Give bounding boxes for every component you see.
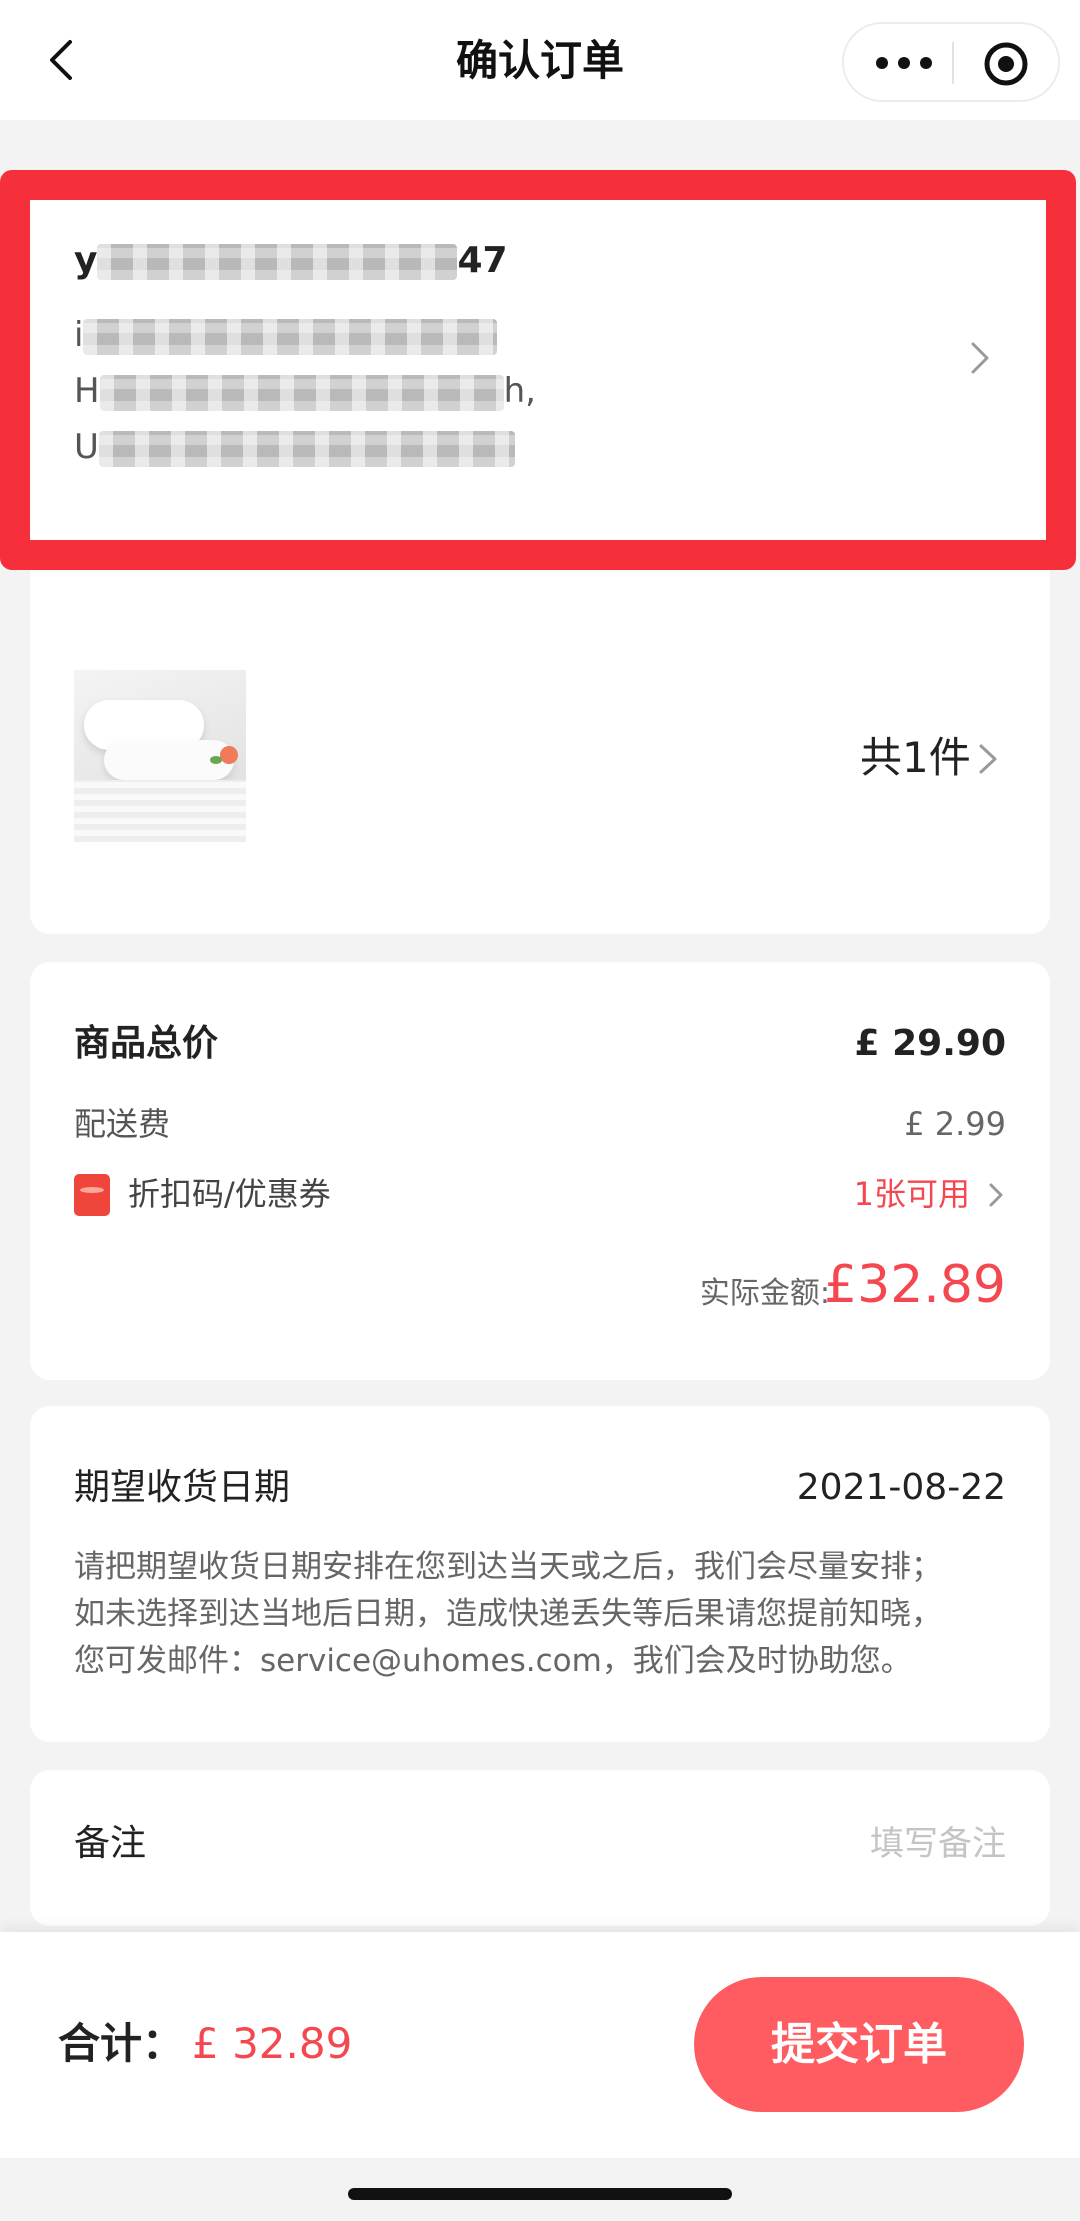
address-line-2-start: H [74, 371, 100, 411]
chevron-right-icon [971, 342, 989, 374]
total-value: £ 32.89 [192, 2019, 353, 2068]
total-label: 合计： [58, 2019, 185, 2068]
address-line-3-start: U [74, 427, 99, 467]
more-dots-icon[interactable] [874, 54, 934, 72]
item-count: 共1件 [860, 733, 971, 782]
actual-amount-label: 实际金额: [699, 1276, 830, 1311]
submit-order-button[interactable]: 提交订单 [694, 1977, 1024, 2112]
recipient-name: y 47 [74, 236, 508, 286]
recipient-name-start: y [74, 240, 98, 281]
actual-amount-value: £32.89 [824, 1255, 1006, 1315]
remark-card: 备注 [30, 1770, 1050, 1926]
delivery-note-line: 如未选择到达当地后日期，造成快递丢失等后果请您提前知晓， [74, 1596, 942, 1632]
coupon-available[interactable]: 1张可用 [854, 1172, 970, 1216]
address-line-3: U [74, 422, 515, 472]
recipient-name-end: 47 [457, 240, 508, 281]
delivery-date-value[interactable]: 2021-08-22 [797, 1464, 1006, 1512]
redacted-text [83, 318, 498, 355]
address-line-1-start: i [74, 315, 84, 355]
redacted-text [99, 374, 504, 411]
redacted-text [97, 244, 458, 280]
address-line-2-end: h, [503, 371, 536, 411]
goods-total-value: £ 29.90 [854, 1023, 1006, 1064]
address-line-2: Hh, [74, 366, 536, 416]
delivery-note-line: 请把期望收货日期安排在您到达当天或之后，我们会尽量安排； [74, 1549, 942, 1585]
coupon-label: 折扣码/优惠券 [128, 1175, 331, 1213]
redacted-text [98, 430, 515, 467]
address-card[interactable]: y 47 i Hh, U [30, 200, 1046, 540]
product-thumbnail [74, 670, 246, 842]
chevron-right-icon [989, 1183, 1003, 1207]
delivery-date-label: 期望收货日期 [74, 1467, 291, 1508]
close-target-icon[interactable] [982, 40, 1030, 88]
delivery-date-card[interactable]: 期望收货日期 2021-08-22 请把期望收货日期安排在您到达当天或之后，我们… [30, 1406, 1050, 1742]
remark-input[interactable] [706, 1816, 1006, 1872]
remark-label: 备注 [74, 1823, 147, 1864]
address-line-1: i [74, 310, 498, 360]
nav-bar: 确认订单 [0, 0, 1080, 120]
goods-total-label: 商品总价 [74, 1023, 219, 1064]
checkout-bar: 合计： £ 32.89 提交订单 [0, 1932, 1080, 2158]
mini-program-capsule [842, 22, 1060, 102]
capsule-divider [952, 42, 954, 84]
chevron-right-icon [979, 744, 997, 774]
red-envelope-icon [74, 1174, 110, 1216]
shipping-fee-label: 配送费 [74, 1105, 171, 1143]
shipping-fee-value: £ 2.99 [904, 1105, 1006, 1143]
home-indicator [348, 2188, 732, 2200]
delivery-note-line: 您可发邮件：service@uhomes.com，我们会及时协助您。 [74, 1643, 912, 1679]
price-summary-card: 商品总价 £ 29.90 配送费 £ 2.99 折扣码/优惠券 1张可用 实际金… [30, 962, 1050, 1380]
product-card[interactable]: 共1件 [30, 570, 1050, 934]
